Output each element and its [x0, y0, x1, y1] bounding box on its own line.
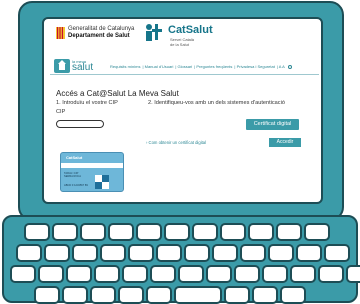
- keyboard-key: [240, 244, 266, 262]
- nav-link-manual[interactable]: Manual d'Usuari: [145, 64, 174, 69]
- keyboard-key: [146, 286, 172, 304]
- nav-links: Requisits mínims | Manual d'Usuari | Gloss…: [110, 64, 294, 69]
- keyboard-key: [10, 265, 36, 283]
- step-2-label: 2. Identifiqueu-vos amb un dels sistemes…: [148, 100, 285, 106]
- keyboard-key: [128, 244, 154, 262]
- keyboard-key: [156, 244, 182, 262]
- generalitat-logo-icon: [56, 27, 65, 39]
- keyboard-key: [164, 223, 190, 241]
- catsalut-logo-icon: [146, 24, 162, 41]
- keyboard-key: [178, 265, 204, 283]
- keyboard-key: [324, 244, 350, 262]
- cip-label: CIP: [56, 109, 66, 115]
- logo-big-text: salut: [72, 62, 94, 73]
- keyboard-key: [276, 223, 302, 241]
- keyboard-key: [280, 286, 306, 304]
- page-title: Accés a Cat@Salut La Meva Salut: [56, 89, 179, 98]
- font-size-ring-icon: [287, 64, 292, 69]
- keyboard-key: [252, 286, 278, 304]
- keyboard-key: [150, 265, 176, 283]
- card-name-line2: SERRA ROCA: [64, 175, 82, 178]
- catsalut-brand: CatSalut: [168, 24, 213, 36]
- nav-link-requisits[interactable]: Requisits mínims: [110, 64, 140, 69]
- keyboard-key: [38, 265, 64, 283]
- keyboard-key: [100, 244, 126, 262]
- nav-bar: la meva salut Requisits mínims | Manual d…: [50, 59, 319, 75]
- catsalut-subtitle: Servei Català de la Salut: [170, 37, 194, 47]
- keyboard-key: [90, 286, 116, 304]
- laptop-keyboard: [2, 215, 360, 304]
- keyboard-key: [62, 286, 88, 304]
- keyboard-key: [118, 286, 144, 304]
- keyboard-key: [268, 244, 294, 262]
- keyboard-key: [44, 244, 70, 262]
- keyboard-key: [192, 223, 218, 241]
- nav-link-preguntes[interactable]: Preguntes freqüents: [196, 64, 232, 69]
- keyboard-key: [184, 244, 210, 262]
- keyboard-key: [206, 265, 232, 283]
- access-button[interactable]: Accedir: [269, 138, 301, 147]
- certificate-button[interactable]: Certificat digital: [246, 119, 299, 130]
- keyboard-key: [234, 265, 260, 283]
- keyboard-key: [52, 223, 78, 241]
- checker-icon: [95, 175, 109, 189]
- keyboard-key: [248, 223, 274, 241]
- keyboard-key: [224, 286, 250, 304]
- generalitat-label: Generalitat de Catalunya Departament de …: [68, 26, 134, 40]
- nav-link-privadesa[interactable]: Privadesa i Seguretat: [237, 64, 275, 69]
- card-logo: CatSalut: [66, 155, 83, 160]
- keyboard-key: [174, 286, 222, 304]
- step-1-label: 1. Introduïu el vostre CIP: [56, 100, 118, 106]
- keyboard-key: [212, 244, 238, 262]
- keyboard-key: [34, 286, 60, 304]
- keyboard-key: [108, 223, 134, 241]
- keyboard-key: [220, 223, 246, 241]
- keyboard-key: [66, 265, 92, 283]
- keyboard-key: [24, 223, 50, 241]
- nav-link-glossari[interactable]: Glossari: [178, 64, 193, 69]
- keyboard-key: [80, 223, 106, 241]
- keyboard-key: [72, 244, 98, 262]
- keyboard-key: [304, 223, 330, 241]
- obtain-certificate-link[interactable]: › Com obtenir un certificat digital: [146, 140, 206, 145]
- keyboard-key: [296, 244, 322, 262]
- keyboard-key: [290, 265, 316, 283]
- keyboard-key: [16, 244, 42, 262]
- keyboard-key: [122, 265, 148, 283]
- card-name: TARJA I CIP SERRA ROCA: [64, 172, 81, 178]
- keyboard-key: [136, 223, 162, 241]
- keyboard-key: [262, 265, 288, 283]
- keyboard-key: [346, 265, 360, 283]
- health-card-image: CatSalut TARJA I CIP SERRA ROCA ABCD 0 1…: [60, 152, 124, 192]
- card-number: ABCD 0 1234567 89: [64, 184, 88, 187]
- catsalut-subtitle-line2: de la Salut: [170, 42, 189, 47]
- cip-input[interactable]: [56, 120, 104, 128]
- keyboard-key: [94, 265, 120, 283]
- font-size-toggle[interactable]: A A: [279, 64, 285, 69]
- la-meva-salut-icon: [54, 59, 70, 73]
- house-icon: [58, 60, 66, 70]
- laptop-screen: Generalitat de Catalunya Departament de …: [42, 17, 323, 204]
- card-stripe: [61, 163, 123, 168]
- generalitat-line2: Departament de Salut: [68, 33, 130, 39]
- generalitat-line1: Generalitat de Catalunya: [68, 26, 135, 32]
- keyboard-key: [318, 265, 344, 283]
